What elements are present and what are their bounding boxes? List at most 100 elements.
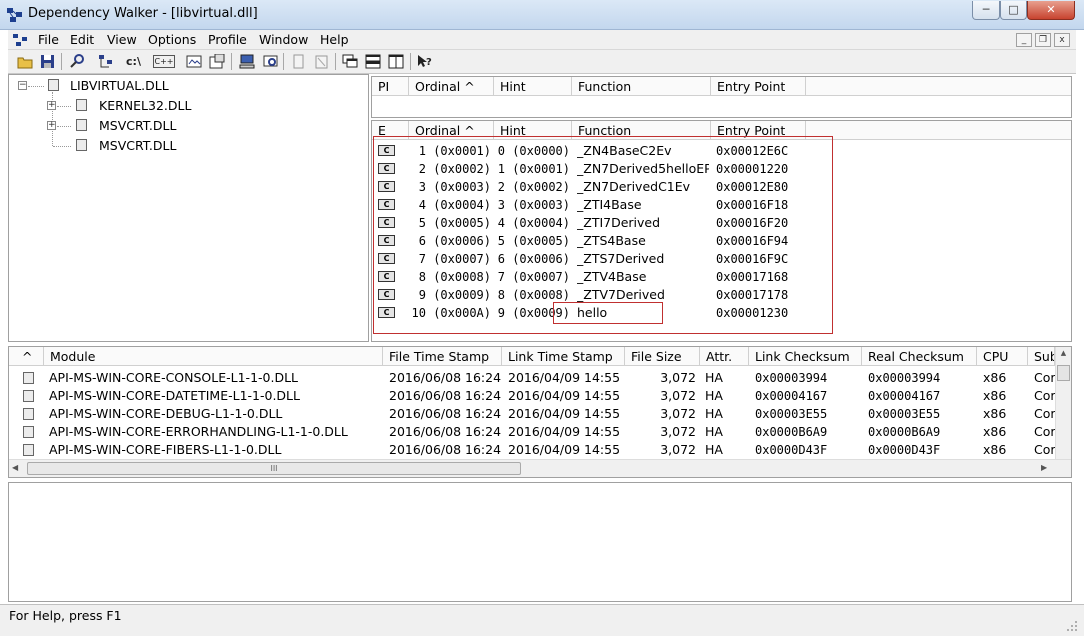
external-viewer-icon[interactable]	[261, 53, 280, 70]
scroll-right-icon[interactable]: ▶	[1041, 463, 1047, 472]
modules-col-link-checksum[interactable]: Link Checksum	[749, 347, 862, 366]
resize-grip-icon[interactable]	[1066, 620, 1078, 632]
modules-col-attr[interactable]: Attr.	[700, 347, 749, 366]
view-module-icon[interactable]	[185, 53, 204, 70]
module-link-time-stamp[interactable]: 2016/04/09 14:55	[508, 423, 620, 441]
modules-col-file-time-stamp[interactable]: File Time Stamp	[383, 347, 502, 366]
menu-window[interactable]: Window	[259, 32, 308, 47]
scroll-left-icon[interactable]: ◀	[12, 463, 18, 472]
module-file-size[interactable]: 3,072	[625, 405, 696, 423]
module-link-checksum[interactable]: 0x0000D43F	[755, 441, 827, 459]
tree-expand-icon[interactable]	[96, 53, 115, 70]
module-real-checksum[interactable]: 0x00003994	[868, 369, 940, 387]
tile-horizontal-icon[interactable]	[364, 53, 383, 70]
system-info-icon[interactable]	[237, 53, 256, 70]
module-name[interactable]: API-MS-WIN-CORE-DATETIME-L1-1-0.DLL	[49, 387, 381, 405]
modules-col-link-time-stamp[interactable]: Link Time Stamp	[502, 347, 625, 366]
modules-col-cpu[interactable]: CPU	[977, 347, 1028, 366]
menu-help[interactable]: Help	[320, 32, 349, 47]
module-link-time-stamp[interactable]: 2016/04/09 14:55	[508, 405, 620, 423]
mdi-minimize-button[interactable]: _	[1016, 33, 1032, 47]
module-list-hscroll[interactable]: ◀ III ▶	[9, 459, 1071, 477]
module-name[interactable]: API-MS-WIN-CORE-ERRORHANDLING-L1-1-0.DLL	[49, 423, 381, 441]
hscroll-thumb[interactable]: III	[27, 462, 521, 475]
module-link-time-stamp[interactable]: 2016/04/09 14:55	[508, 387, 620, 405]
tree-node-kernel32[interactable]: KERNEL32.DLL	[99, 98, 191, 113]
module-real-checksum[interactable]: 0x0000B6A9	[868, 423, 940, 441]
module-cpu[interactable]: x86	[983, 405, 1006, 423]
menu-file[interactable]: File	[38, 32, 59, 47]
module-attr[interactable]: HA	[705, 387, 723, 405]
module-subsystem[interactable]: Cor	[1034, 423, 1055, 441]
menu-profile[interactable]: Profile	[208, 32, 247, 47]
module-real-checksum[interactable]: 0x00004167	[868, 387, 940, 405]
module-cpu[interactable]: x86	[983, 441, 1006, 459]
imports-col-ordinal[interactable]: Ordinal ^	[409, 77, 494, 96]
module-file-time-stamp[interactable]: 2016/06/08 16:24	[389, 387, 501, 405]
module-file-size[interactable]: 3,072	[625, 387, 696, 405]
tree-expand-icon[interactable]: +	[47, 121, 56, 130]
modules-col-subsystem[interactable]: Sub	[1028, 347, 1055, 366]
tree-node-msvcrt[interactable]: MSVCRT.DLL	[99, 118, 176, 133]
module-list-vscroll[interactable]: ▲	[1055, 347, 1071, 459]
module-file-time-stamp[interactable]: 2016/06/08 16:24	[389, 423, 501, 441]
imports-col-pi[interactable]: PI	[372, 77, 409, 96]
module-link-time-stamp[interactable]: 2016/04/09 14:55	[508, 441, 620, 459]
module-attr[interactable]: HA	[705, 405, 723, 423]
module-cpu[interactable]: x86	[983, 369, 1006, 387]
module-file-time-stamp[interactable]: 2016/06/08 16:24	[389, 405, 501, 423]
save-icon[interactable]	[38, 53, 57, 70]
clear-log-icon[interactable]	[312, 53, 331, 70]
module-link-checksum[interactable]: 0x00004167	[755, 387, 827, 405]
imports-col-entry-point[interactable]: Entry Point	[711, 77, 806, 96]
tree-collapse-icon[interactable]: −	[18, 81, 27, 90]
tree-node-libvirtual[interactable]: LIBVIRTUAL.DLL	[70, 78, 169, 93]
properties-icon[interactable]	[208, 53, 227, 70]
modules-col-file-size[interactable]: File Size	[625, 347, 700, 366]
close-button[interactable]: ✕	[1027, 1, 1075, 20]
scroll-up-icon[interactable]: ▲	[1057, 349, 1070, 357]
cascade-windows-icon[interactable]	[341, 53, 360, 70]
menu-options[interactable]: Options	[148, 32, 196, 47]
copy-icon[interactable]	[289, 53, 308, 70]
tree-expand-icon[interactable]: +	[47, 101, 56, 110]
full-paths-button[interactable]: c:\	[124, 53, 143, 70]
tile-vertical-icon[interactable]	[387, 53, 406, 70]
minimize-button[interactable]: ─	[972, 1, 1000, 20]
module-attr[interactable]: HA	[705, 441, 723, 459]
module-subsystem[interactable]: Cor	[1034, 441, 1055, 459]
module-link-checksum[interactable]: 0x0000B6A9	[755, 423, 827, 441]
module-file-size[interactable]: 3,072	[625, 441, 696, 459]
module-subsystem[interactable]: Cor	[1034, 369, 1055, 387]
module-name[interactable]: API-MS-WIN-CORE-DEBUG-L1-1-0.DLL	[49, 405, 381, 423]
vscroll-thumb[interactable]	[1057, 365, 1070, 381]
module-cpu[interactable]: x86	[983, 387, 1006, 405]
undecorate-cpp-button[interactable]: C++	[153, 55, 175, 68]
module-attr[interactable]: HA	[705, 423, 723, 441]
module-file-size[interactable]: 3,072	[625, 423, 696, 441]
context-help-icon[interactable]: ?	[415, 53, 434, 70]
tree-node-msvcrt-forwarded[interactable]: MSVCRT.DLL	[99, 138, 176, 153]
modules-col-module[interactable]: Module	[44, 347, 383, 366]
mdi-close-button[interactable]: x	[1054, 33, 1070, 47]
mdi-document-icon[interactable]	[13, 34, 29, 46]
module-subsystem[interactable]: Cor	[1034, 405, 1055, 423]
module-subsystem[interactable]: Cor	[1034, 387, 1055, 405]
imports-col-function[interactable]: Function	[572, 77, 711, 96]
module-cpu[interactable]: x86	[983, 423, 1006, 441]
modules-col-real-checksum[interactable]: Real Checksum	[862, 347, 977, 366]
mdi-restore-button[interactable]: ❐	[1035, 33, 1051, 47]
maximize-button[interactable]: □	[1000, 1, 1027, 20]
module-link-checksum[interactable]: 0x00003E55	[755, 405, 827, 423]
module-file-time-stamp[interactable]: 2016/06/08 16:24	[389, 441, 501, 459]
module-name[interactable]: API-MS-WIN-CORE-CONSOLE-L1-1-0.DLL	[49, 369, 381, 387]
module-real-checksum[interactable]: 0x0000D43F	[868, 441, 940, 459]
imports-col-hint[interactable]: Hint	[494, 77, 572, 96]
log-pane[interactable]	[8, 482, 1072, 602]
open-folder-icon[interactable]	[16, 53, 35, 70]
module-link-checksum[interactable]: 0x00003994	[755, 369, 827, 387]
find-icon[interactable]	[67, 53, 86, 70]
modules-col-sort[interactable]: ^	[9, 347, 44, 366]
module-real-checksum[interactable]: 0x00003E55	[868, 405, 940, 423]
menu-view[interactable]: View	[107, 32, 137, 47]
